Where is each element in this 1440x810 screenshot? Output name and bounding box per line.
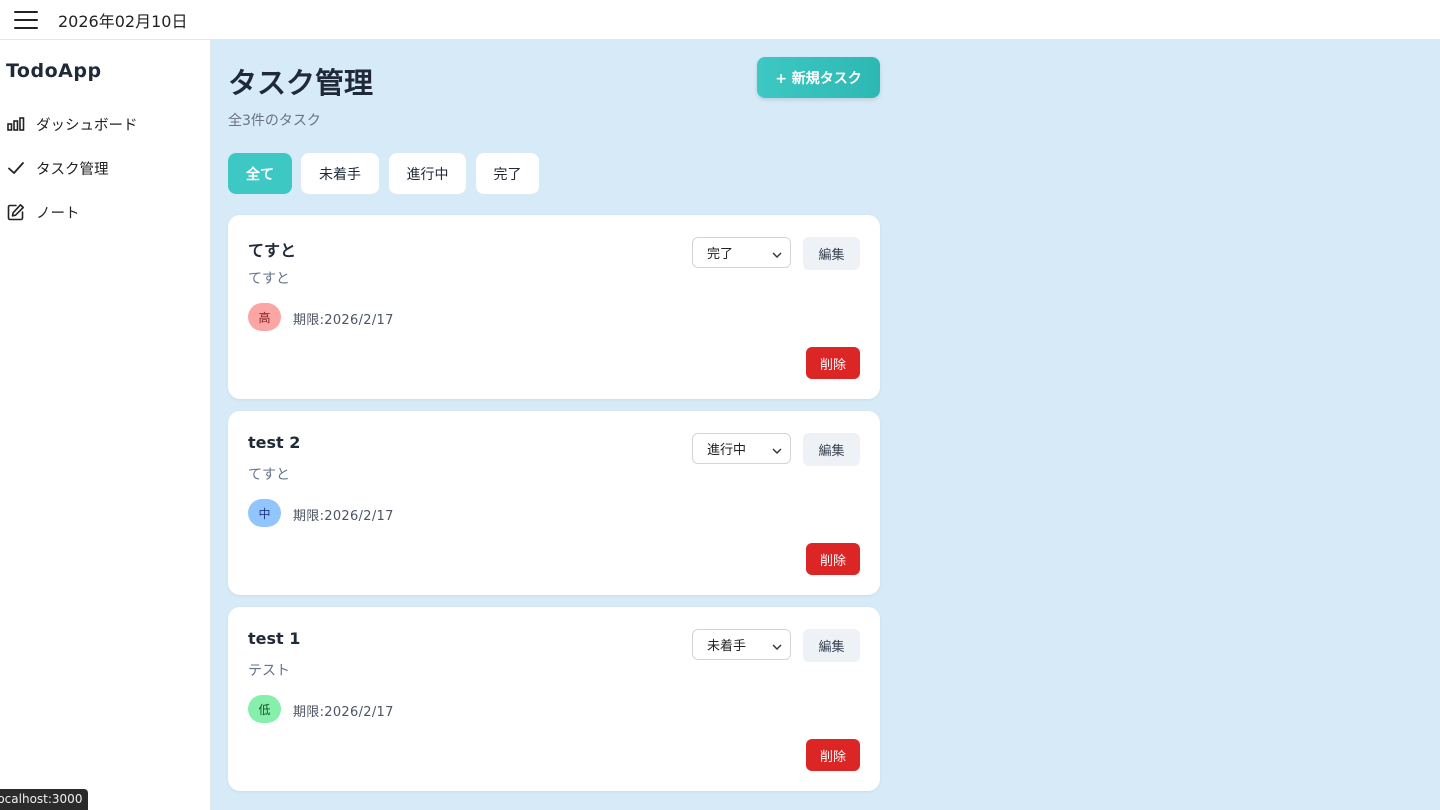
chevron-down-icon [772, 640, 782, 655]
sidebar-item-tasks[interactable]: タスク管理 [6, 156, 109, 180]
top-bar: 2026年02月10日 [0, 0, 1440, 40]
sidebar-item-label: ダッシュボード [36, 117, 138, 134]
hamburger-menu-icon[interactable] [14, 10, 38, 29]
sidebar: TodoApp ダッシュボード タスク管理 ノート [0, 40, 211, 810]
edit-button[interactable]: 編集 [803, 629, 860, 662]
task-card: test 2 てすと 中 期限:2026/2/17 進行中 編集 削除 [228, 411, 880, 595]
task-title: てすと [248, 241, 297, 260]
sidebar-item-label: ノート [36, 205, 80, 222]
page-title: タスク管理 [228, 66, 374, 100]
task-card: test 1 テスト 低 期限:2026/2/17 未着手 編集 削除 [228, 607, 880, 791]
priority-badge: 中 [248, 499, 281, 527]
chevron-down-icon [772, 248, 782, 263]
current-date: 2026年02月10日 [58, 11, 188, 31]
filter-in-progress[interactable]: 進行中 [389, 153, 466, 194]
edit-button[interactable]: 編集 [803, 237, 860, 270]
task-description: テスト [248, 663, 290, 679]
delete-button[interactable]: 削除 [806, 543, 860, 575]
delete-button[interactable]: 削除 [806, 739, 860, 771]
sidebar-item-label: タスク管理 [36, 161, 109, 178]
status-select-value: 完了 [707, 247, 734, 262]
task-title: test 1 [248, 629, 301, 648]
task-description: てすと [248, 467, 290, 483]
status-select[interactable]: 進行中 [692, 433, 791, 464]
task-title: test 2 [248, 433, 301, 452]
status-select[interactable]: 完了 [692, 237, 791, 268]
task-due-date: 期限:2026/2/17 [293, 509, 394, 524]
chevron-down-icon [772, 444, 782, 459]
priority-badge: 高 [248, 303, 281, 331]
filter-done[interactable]: 完了 [476, 153, 539, 194]
status-select-value: 未着手 [707, 639, 747, 654]
check-icon [6, 158, 26, 178]
app-brand[interactable]: TodoApp [6, 60, 102, 82]
status-select-value: 進行中 [707, 443, 747, 458]
delete-button[interactable]: 削除 [806, 347, 860, 379]
status-select[interactable]: 未着手 [692, 629, 791, 660]
bar-chart-icon [6, 114, 26, 134]
task-description: てすと [248, 271, 290, 287]
sidebar-item-dashboard[interactable]: ダッシュボード [6, 112, 138, 136]
task-due-date: 期限:2026/2/17 [293, 705, 394, 720]
link-url-tooltip: localhost:3000 [0, 789, 88, 810]
filter-all[interactable]: 全て [228, 153, 292, 194]
sidebar-item-notes[interactable]: ノート [6, 200, 80, 224]
task-count-subtitle: 全3件のタスク [228, 113, 321, 129]
new-task-button[interactable]: + 新規タスク [757, 57, 880, 98]
edit-icon [6, 202, 26, 222]
edit-button[interactable]: 編集 [803, 433, 860, 466]
task-card: てすと てすと 高 期限:2026/2/17 完了 編集 削除 [228, 215, 880, 399]
task-due-date: 期限:2026/2/17 [293, 313, 394, 328]
priority-badge: 低 [248, 695, 281, 723]
filter-not-started[interactable]: 未着手 [301, 153, 379, 194]
